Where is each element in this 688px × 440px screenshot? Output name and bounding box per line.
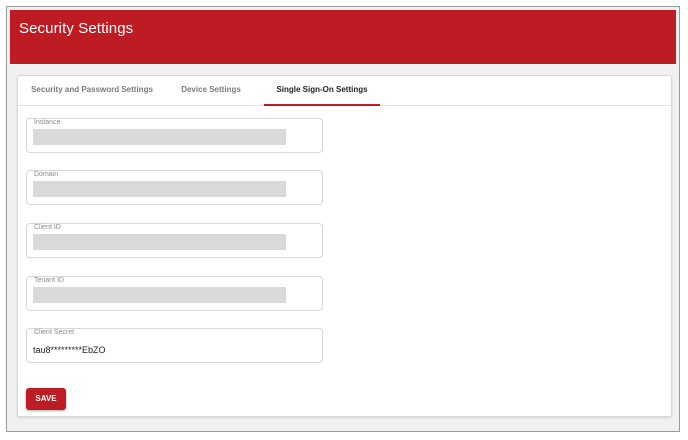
instance-field[interactable]: Instance — [26, 118, 323, 153]
client-id-redacted-value — [33, 234, 286, 250]
tab-device-settings[interactable]: Device Settings — [180, 76, 242, 105]
page-header: Security Settings — [10, 10, 676, 64]
tenant-id-field[interactable]: Tenant ID — [26, 276, 323, 311]
client-secret-field[interactable]: Client Secret tau8*********EbZO — [26, 328, 323, 363]
client-secret-label: Client Secret — [34, 329, 75, 336]
settings-card: Security and Password Settings Device Se… — [17, 75, 672, 417]
tab-single-sign-on[interactable]: Single Sign-On Settings — [264, 76, 380, 106]
client-id-field[interactable]: Client ID — [26, 223, 323, 258]
client-secret-value[interactable]: tau8*********EbZO — [33, 345, 106, 355]
tenant-id-redacted-value — [33, 287, 286, 303]
tab-bar: Security and Password Settings Device Se… — [18, 76, 671, 106]
app-window: Security Settings Security and Password … — [6, 6, 680, 432]
tab-security-password[interactable]: Security and Password Settings — [26, 76, 158, 105]
domain-field[interactable]: Domain — [26, 170, 323, 205]
domain-label: Domain — [34, 171, 59, 178]
client-id-label: Client ID — [34, 224, 61, 231]
domain-redacted-value — [33, 181, 286, 197]
save-button[interactable]: SAVE — [26, 388, 66, 410]
page-title: Security Settings — [19, 20, 134, 37]
tenant-id-label: Tenant ID — [34, 277, 64, 284]
instance-redacted-value — [33, 129, 286, 145]
instance-label: Instance — [34, 119, 61, 126]
